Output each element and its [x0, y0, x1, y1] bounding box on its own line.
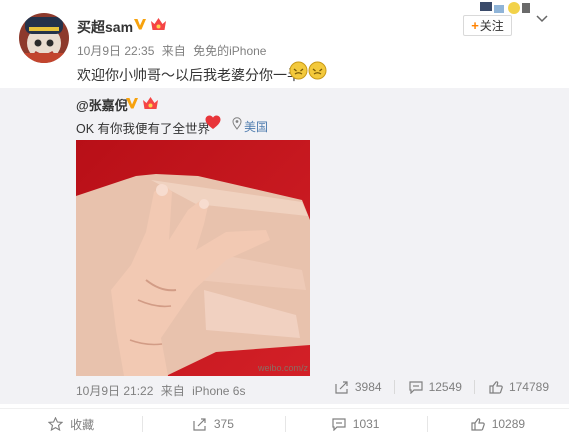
- repost-comment-button[interactable]: 12549: [393, 380, 462, 394]
- gold-face-emoji-icon: [289, 61, 308, 80]
- post-date[interactable]: 10月9日 22:35: [77, 44, 154, 58]
- verified-v-icon: [126, 98, 138, 109]
- repost-icon: [193, 417, 206, 431]
- repost-stats: 3984 12549 174789: [321, 380, 549, 394]
- action-bar: 收藏 375 1031 10289: [0, 408, 569, 439]
- like-icon: [489, 380, 503, 394]
- favorite-button[interactable]: 收藏: [0, 409, 142, 439]
- post-text: 欢迎你小帅哥～以后我老婆分你一半: [77, 67, 301, 83]
- repost-count: 3984: [354, 380, 382, 394]
- like-icon: [471, 417, 485, 431]
- plus-icon: +: [471, 18, 479, 33]
- like-button[interactable]: 10289: [426, 409, 569, 439]
- follow-label: 关注: [479, 19, 504, 33]
- comment-count: 1031: [352, 417, 380, 431]
- source-prefix: 来自: [160, 384, 185, 398]
- member-crown-icon[interactable]: [150, 16, 167, 32]
- location-link[interactable]: 美国: [244, 118, 268, 135]
- comment-icon: [332, 417, 346, 431]
- repost-like-button[interactable]: 174789: [473, 380, 549, 394]
- repost-button[interactable]: 375: [142, 409, 284, 439]
- comment-button[interactable]: 1031: [284, 409, 427, 439]
- heart-emoji-icon: [205, 115, 221, 129]
- author-name[interactable]: 买超sam: [77, 17, 133, 37]
- repost-source[interactable]: iPhone 6s: [192, 384, 245, 398]
- star-icon: [48, 417, 64, 431]
- post-meta: 10月9日 22:35 来自 免免的iPhone: [77, 42, 270, 59]
- repost-author-name[interactable]: @张嘉倪: [76, 95, 128, 114]
- comment-icon: [408, 380, 423, 394]
- like-count: 10289: [491, 417, 526, 431]
- card-decoration-icon: [480, 2, 530, 14]
- repost-text: OK 有你我便有了全世界: [76, 122, 211, 136]
- comment-count: 12549: [428, 380, 462, 394]
- gold-face-emoji-icon: [308, 61, 327, 80]
- member-crown-icon[interactable]: [142, 95, 159, 111]
- favorite-label: 收藏: [70, 417, 95, 432]
- post-image[interactable]: weibo.com/z: [76, 140, 310, 376]
- like-count: 174789: [508, 380, 549, 394]
- location-pin-icon: [232, 117, 242, 130]
- image-watermark: weibo.com/z: [257, 363, 308, 373]
- post-source[interactable]: 免免的iPhone: [193, 44, 266, 58]
- reposted-content: @张嘉倪 OK 有你我便有了全世界 美国 weibo.com/z 10月9日 2…: [0, 88, 569, 404]
- chevron-down-icon[interactable]: [536, 14, 548, 24]
- repost-meta: 10月9日 21:22 来自 iPhone 6s: [76, 382, 249, 399]
- source-prefix: 来自: [161, 44, 186, 58]
- repost-repost-button[interactable]: 3984: [321, 380, 382, 394]
- follow-button[interactable]: + 关注: [463, 15, 512, 36]
- repost-icon: [335, 380, 348, 394]
- repost-count: 375: [213, 417, 234, 431]
- baby-hand-photo: [76, 140, 310, 376]
- weibo-post-card: 买超sam 10月9日 22:35 来自 免免的iPhone 欢迎你小帅哥～以后…: [0, 0, 569, 439]
- avatar[interactable]: [19, 13, 69, 63]
- verified-v-icon: [134, 19, 146, 30]
- repost-date[interactable]: 10月9日 21:22: [76, 384, 153, 398]
